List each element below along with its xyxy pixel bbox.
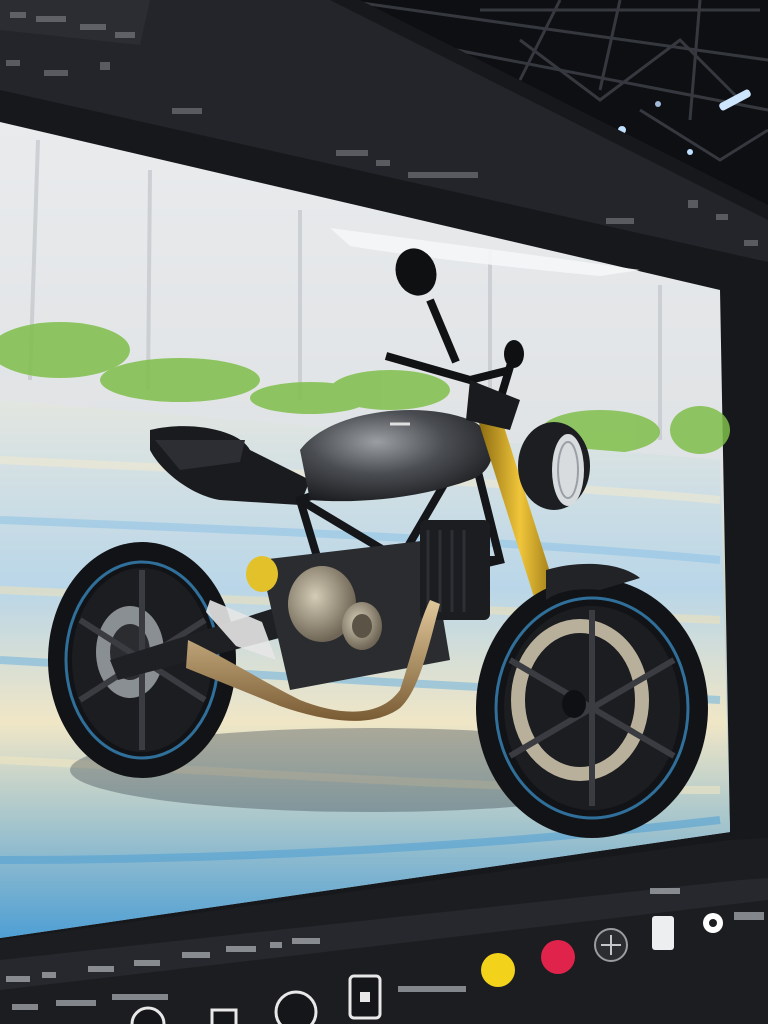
circle-icon[interactable]	[703, 913, 723, 933]
scene	[0, 0, 768, 1024]
square-icon[interactable]	[652, 916, 674, 950]
document-icon[interactable]	[348, 974, 382, 1020]
red-swatch-icon[interactable]	[541, 940, 575, 974]
grid-icon[interactable]	[594, 928, 628, 962]
front-wheel	[476, 578, 708, 838]
right-mirror	[504, 340, 524, 368]
record-icon[interactable]	[274, 990, 318, 1024]
yellow-swatch-icon[interactable]	[481, 953, 515, 987]
ceiling-light	[687, 149, 693, 155]
ceiling-light	[655, 101, 661, 107]
headlight	[518, 422, 590, 510]
